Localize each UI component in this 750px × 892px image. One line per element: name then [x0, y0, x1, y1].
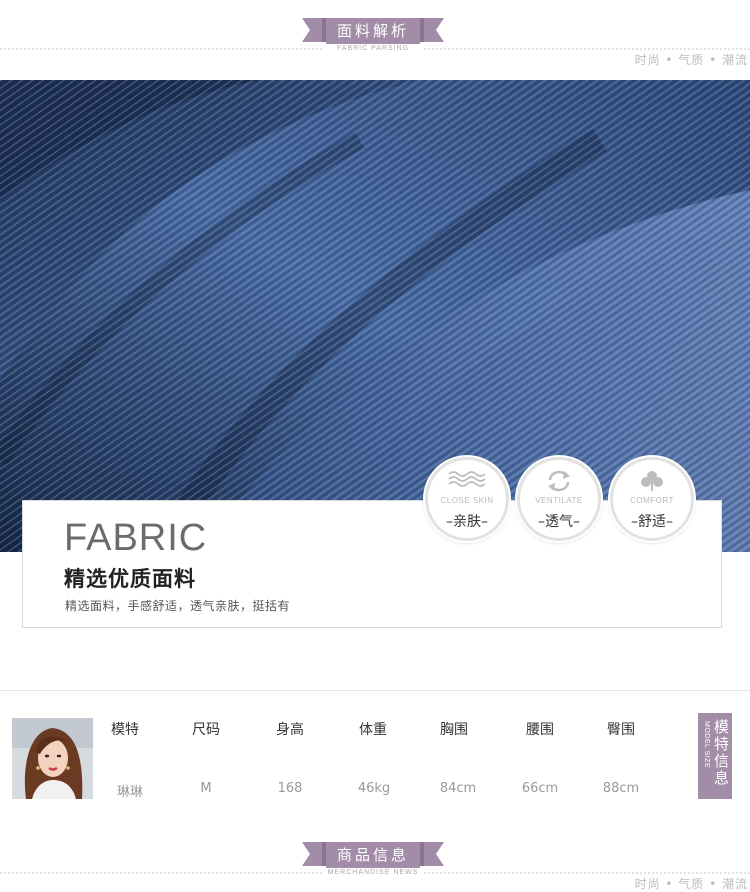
model-value-bust: 84cm [439, 781, 477, 796]
model-value-hips: 88cm [602, 781, 640, 796]
feature-cn-label: –舒适– [631, 514, 673, 530]
section-tagline: 时尚 • 气质 • 潮流 [634, 53, 748, 67]
waves-icon [428, 470, 506, 492]
ribbon-banner: 商品信息 MERCHANDISE NEWS [302, 842, 444, 884]
clover-icon [613, 470, 691, 492]
section-tagline: 时尚 • 气质 • 潮流 [634, 877, 748, 891]
model-info-badge: MODEL SIZE 模特信息 [698, 713, 732, 799]
model-value-waist: 66cm [521, 781, 559, 796]
ribbon-banner: 面料解析 FABRIC PARSING [302, 18, 444, 60]
model-divider [0, 690, 750, 691]
feature-en-label: COMFORT [630, 496, 674, 505]
feature-cn-label: –亲肤– [446, 514, 488, 530]
section-header-merchandise: 商品信息 MERCHANDISE NEWS 时尚 • 气质 • 潮流 [0, 842, 750, 892]
model-value-size: M [200, 781, 212, 796]
section-header-fabric: 面料解析 FABRIC PARSING 时尚 • 气质 • 潮流 [0, 18, 750, 68]
section-title: 商品信息 [336, 846, 409, 864]
fabric-heading: FABRIC [64, 517, 208, 559]
model-header-weight: 体重 [359, 722, 387, 738]
model-header-bust: 胸围 [440, 722, 468, 738]
fabric-description: 精选面料，手感舒适，透气亲肤，挺括有 [65, 599, 291, 613]
feature-en-label: CLOSE SKIN [440, 496, 494, 505]
feature-ventilate: VENTILATE –透气– [517, 457, 601, 541]
feature-cn-label: –透气– [538, 514, 580, 530]
badge-cn-label: 模特信息 [713, 718, 729, 787]
model-header-hips: 臀围 [607, 722, 635, 738]
badge-en-label: MODEL SIZE [703, 721, 710, 769]
section-subtitle: MERCHANDISE NEWS [323, 869, 423, 876]
model-value-name: 琳琳 [116, 785, 143, 800]
model-header-name: 模特 [111, 722, 139, 738]
model-header-size: 尺码 [192, 722, 220, 738]
model-avatar [12, 718, 93, 799]
refresh-arrows-icon [520, 470, 598, 492]
model-header-height: 身高 [276, 722, 304, 738]
model-value-weight: 46kg [357, 781, 391, 796]
model-header-waist: 腰围 [526, 722, 554, 738]
section-title: 面料解析 [336, 22, 409, 40]
feature-en-label: VENTILATE [535, 496, 583, 505]
fabric-title: 精选优质面料 [64, 567, 196, 591]
feature-close-skin: CLOSE SKIN –亲肤– [425, 457, 509, 541]
feature-comfort: COMFORT –舒适– [610, 457, 694, 541]
model-value-height: 168 [277, 781, 303, 796]
section-subtitle: FABRIC PARSING [323, 45, 423, 52]
